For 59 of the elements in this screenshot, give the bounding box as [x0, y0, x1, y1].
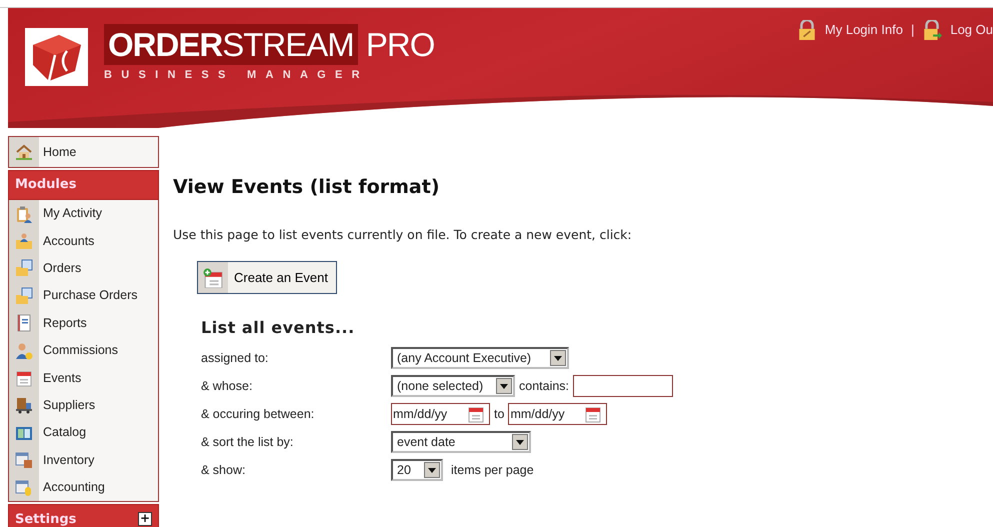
caret-icon	[516, 440, 524, 445]
field-label: & occuring between:	[201, 406, 316, 423]
clipboard-icon	[15, 204, 33, 223]
top-link[interactable]: My Login Info	[824, 20, 903, 40]
calendar-icon	[15, 369, 33, 388]
field-label: to	[494, 406, 504, 423]
calendar-plus-icon	[203, 268, 223, 288]
date-field[interactable]: mm/dd/yy	[391, 403, 490, 426]
folder-document-icon	[15, 286, 33, 305]
caret-icon	[428, 468, 436, 473]
dropdown[interactable]: (any Account Executive)	[391, 347, 569, 370]
truck-icon	[15, 396, 33, 414]
house-icon	[15, 143, 33, 161]
table-coin-icon	[15, 478, 33, 497]
sidebar-item[interactable]: Inventory	[9, 446, 158, 474]
field-label: & show:	[201, 462, 246, 479]
field-label: & whose:	[201, 378, 254, 395]
top-link[interactable]: Log Ou	[950, 20, 993, 40]
tagline: BUSINESS MANAGER	[104, 68, 370, 83]
sidebar-item[interactable]: Events	[9, 364, 158, 392]
field-label: contains:	[519, 378, 570, 395]
field-label: items per page	[451, 462, 534, 479]
sidebar-item[interactable]: Commissions	[9, 336, 158, 364]
page-title: View Events (list format)	[173, 175, 441, 200]
create-event-button[interactable]: Create an Event	[197, 261, 337, 294]
sidebar-item[interactable]: Purchase Orders	[9, 282, 158, 310]
folder-person-icon	[15, 232, 33, 250]
text-field[interactable]	[573, 375, 674, 398]
report-icon	[15, 314, 33, 332]
dropdown[interactable]: (none selected)	[391, 375, 515, 398]
sidebar-item[interactable]: Reports	[9, 310, 158, 337]
field-label: & sort the list by:	[201, 434, 294, 451]
sidebar-item[interactable]: Accounts	[9, 227, 158, 255]
sidebar-item[interactable]: My Activity	[9, 200, 158, 228]
sidebar-item[interactable]: Orders	[9, 254, 158, 282]
section-header[interactable]: Settings +	[8, 504, 159, 527]
expand-toggle[interactable]: +	[138, 512, 152, 526]
lock-arrow-icon	[922, 20, 942, 40]
section-header[interactable]: Modules	[8, 170, 159, 200]
table-box-icon	[15, 451, 33, 470]
logo-icon	[25, 28, 88, 86]
section-heading: List all events...	[201, 317, 356, 340]
sidebar-item[interactable]: Catalog	[9, 419, 158, 447]
dropdown[interactable]: event date	[391, 431, 531, 454]
dropdown[interactable]: 20	[391, 459, 443, 482]
intro-text: Use this page to list events currently on file. To create a new event, click:	[173, 226, 633, 244]
sidebar-item[interactable]: Accounting	[9, 474, 158, 502]
lock-pencil-icon	[796, 20, 817, 40]
person-coin-icon	[15, 342, 33, 360]
date-field[interactable]: mm/dd/yy	[508, 403, 608, 426]
sidebar-item[interactable]: Suppliers	[9, 392, 158, 420]
folder-document-icon	[15, 259, 33, 278]
home-link[interactable]: Home	[8, 136, 159, 168]
caret-icon	[500, 384, 508, 389]
field-label: assigned to:	[201, 350, 270, 367]
caret-icon	[554, 356, 562, 361]
calendar-icon	[467, 405, 485, 424]
calendar-icon	[584, 405, 602, 424]
separator-text: |	[910, 21, 914, 40]
